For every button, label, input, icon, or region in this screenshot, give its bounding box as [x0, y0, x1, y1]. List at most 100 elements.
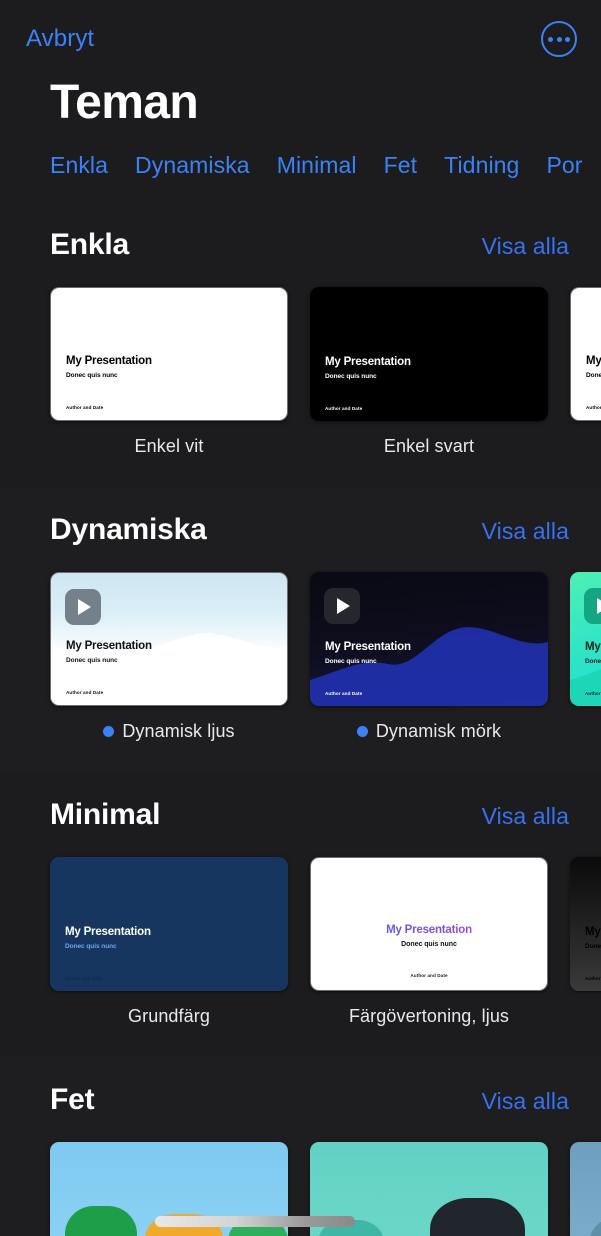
see-all-button[interactable]: Visa alla: [482, 233, 569, 260]
scroll-indicator[interactable]: [155, 1216, 355, 1227]
theme-card[interactable]: My Presentation Donec quis nunc Author and…: [310, 857, 548, 992]
tab-por[interactable]: Por: [546, 152, 582, 179]
play-triangle: [597, 598, 601, 615]
theme-card-item: My Presentation Donec quis nunc Author and…: [50, 287, 288, 457]
theme-card-label-text: Enkel svart: [383, 436, 475, 457]
theme-card-item: My Presentation Donec quis nunc Author and…: [310, 572, 548, 742]
slide-preview-content: My Presentation Donec quis nunc Author and…: [311, 858, 547, 990]
theme-card[interactable]: My Presentation Donec quis nunc Author and…: [570, 287, 601, 422]
slide-title: My Presentation: [66, 640, 152, 653]
slide-subtitle: Donec quis nunc: [66, 372, 118, 380]
theme-card-label-text: Enkel vit: [134, 436, 204, 457]
theme-card-label: Enkel svart: [310, 436, 548, 457]
cancel-button[interactable]: Avbryt: [26, 25, 94, 53]
theme-card[interactable]: My Presentation Donec quis nunc Author and…: [50, 572, 288, 707]
section-fet: Fet Visa alla: [0, 1057, 601, 1236]
slide-title: My Presentation: [585, 641, 601, 654]
theme-card-row[interactable]: My Presentation Donec quis nunc Author and…: [0, 832, 601, 1027]
slide-footer: Author and Date: [66, 405, 104, 411]
tab-minimal[interactable]: Minimal: [277, 152, 357, 179]
theme-card[interactable]: My Presentation Donec quis nunc Author and…: [310, 572, 548, 707]
status-dot-icon: [103, 726, 115, 738]
theme-card-label: Enkel vit: [50, 436, 288, 457]
theme-card-item: [570, 1142, 601, 1236]
theme-card-label: Dynamisk ljus: [50, 721, 288, 742]
slide-preview-content: My Presentation Donec quis nunc Author and…: [51, 288, 287, 420]
see-all-button[interactable]: Visa alla: [482, 518, 569, 545]
tab-tidning[interactable]: Tidning: [444, 152, 519, 179]
theme-card-item: My Presentation Donec quis nunc Author and…: [310, 857, 548, 1027]
theme-card[interactable]: My Presentation Donec quis nunc Author and…: [310, 287, 548, 422]
slide-preview-content: My Presentation Donec quis nunc Author and…: [571, 288, 601, 420]
slide-title: My Presentation: [325, 641, 411, 654]
section-header: Enkla Visa alla: [0, 202, 601, 262]
theme-card-label: Färgövertoning, ljus: [310, 1006, 548, 1027]
slide-title: My Presentation: [586, 355, 601, 368]
theme-card[interactable]: My Presentation Donec quis nunc Author and…: [50, 857, 288, 992]
more-dot: [556, 36, 562, 42]
status-dot-icon: [356, 726, 368, 738]
theme-card-item: My Presentation Donec quis nunc Author and…: [570, 857, 601, 992]
slide-subtitle: Donec quis nunc: [585, 658, 601, 666]
theme-card-item: My Presentation Donec quis nunc Author and…: [570, 287, 601, 422]
section-header: Fet Visa alla: [0, 1057, 601, 1117]
theme-card-label-text: Dynamisk ljus: [122, 721, 235, 742]
theme-card[interactable]: My Presentation Donec quis nunc Author and…: [570, 572, 601, 707]
slide-title: My Presentation: [311, 924, 547, 936]
see-all-button[interactable]: Visa alla: [482, 1088, 569, 1115]
section-title: Minimal: [50, 798, 161, 832]
theme-card-label-text: Grundfärg: [128, 1006, 210, 1027]
play-icon: [584, 588, 601, 625]
section-enkla: Enkla Visa alla My Presentation Donec quis …: [0, 202, 601, 487]
see-all-button[interactable]: Visa alla: [482, 803, 569, 830]
theme-card-label-text: Färgövertoning, ljus: [348, 1006, 510, 1027]
more-options-icon[interactable]: [541, 21, 577, 57]
top-bar: Avbryt: [0, 0, 601, 78]
tab-fet[interactable]: Fet: [384, 152, 418, 179]
theme-card-row[interactable]: My Presentation Donec quis nunc Author and…: [0, 547, 601, 742]
section-title: Enkla: [50, 228, 130, 262]
section-title: Dynamiska: [50, 513, 207, 547]
theme-card[interactable]: [570, 1142, 601, 1236]
play-triangle: [337, 598, 350, 615]
tab-enkla[interactable]: Enkla: [50, 152, 108, 179]
theme-card-row[interactable]: My Presentation Donec quis nunc Author and…: [0, 262, 601, 457]
photo-figure: [590, 1216, 601, 1236]
slide-title: My Presentation: [585, 926, 601, 939]
slide-title: My Presentation: [325, 356, 411, 369]
theme-card-item: My Presentation Donec quis nunc Author and…: [570, 572, 601, 707]
slide-footer: Author and Date: [325, 691, 363, 697]
slide-subtitle: Donec quis nunc: [65, 943, 117, 951]
theme-card-item: My Presentation Donec quis nunc Author and…: [310, 287, 548, 457]
slide-footer: Author and Date: [325, 406, 363, 412]
more-dot: [565, 36, 570, 42]
slide-title: My Presentation: [66, 355, 152, 368]
theme-card-item: My Presentation Donec quis nunc Author and…: [50, 857, 288, 1027]
slide-subtitle: Donec quis nunc: [586, 372, 601, 380]
play-icon: [65, 589, 101, 626]
slide-subtitle: Donec quis nunc: [585, 943, 601, 951]
theme-card-item: My Presentation Donec quis nunc Author and…: [50, 572, 288, 742]
slide-subtitle: Donec quis nunc: [325, 658, 377, 666]
slide-footer: Author and Date: [585, 976, 601, 982]
slide-preview-content: My Presentation Donec quis nunc Author and…: [570, 857, 601, 991]
tab-dynamiska[interactable]: Dynamiska: [135, 152, 250, 179]
theme-card[interactable]: My Presentation Donec quis nunc Author and…: [50, 287, 288, 422]
section-minimal: Minimal Visa alla My Presentation Donec qui…: [0, 772, 601, 1057]
category-tabs[interactable]: Enkla Dynamiska Minimal Fet Tidning Por: [0, 128, 601, 179]
slide-title: My Presentation: [65, 926, 151, 939]
theme-card-label: Grundfärg: [50, 1006, 288, 1027]
page-title: Teman: [50, 76, 199, 129]
slide-preview-content: My Presentation Donec quis nunc Author and…: [51, 573, 287, 705]
slide-preview-content: My Presentation Donec quis nunc Author and…: [310, 287, 548, 421]
slide-footer: Author and Date: [65, 976, 103, 982]
slide-footer: Author and Date: [585, 691, 601, 697]
slide-preview-content: My Presentation Donec quis nunc Author and…: [570, 572, 601, 706]
slide-subtitle: Donec quis nunc: [401, 941, 457, 949]
theme-card[interactable]: My Presentation Donec quis nunc Author and…: [570, 857, 601, 992]
more-dot: [548, 36, 553, 42]
slide-footer: Author and Date: [586, 405, 601, 411]
